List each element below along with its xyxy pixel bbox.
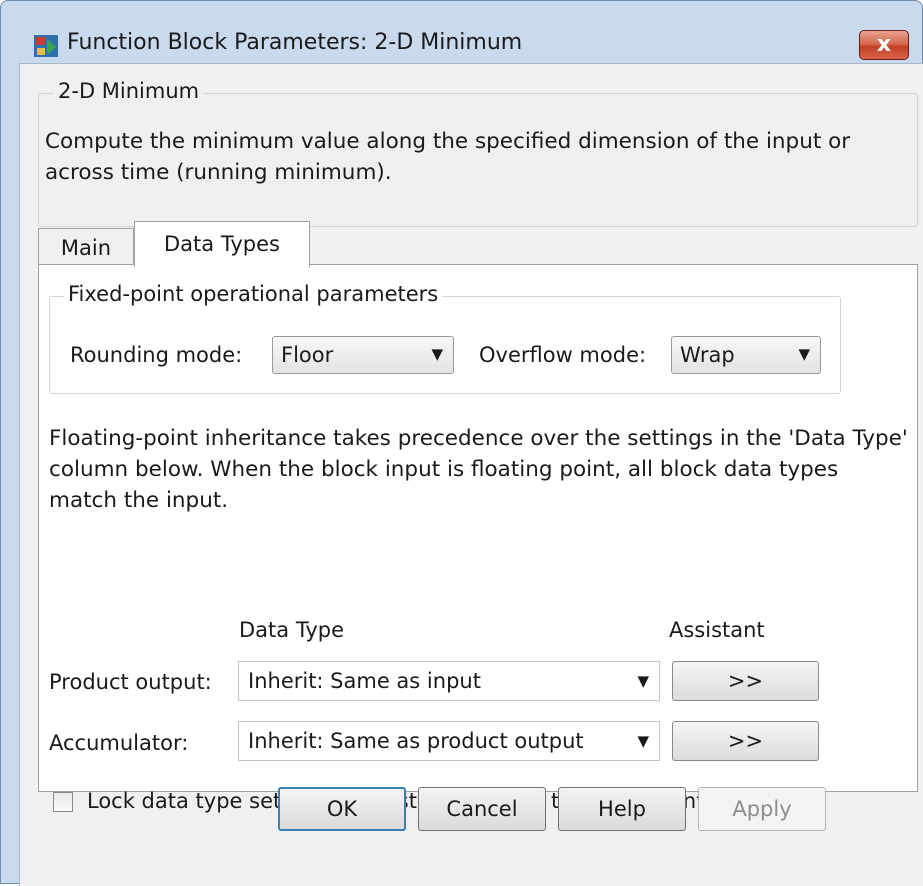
block-description-text: Compute the minimum value along the spec… [45, 129, 851, 185]
product-output-assistant-button[interactable]: >> [672, 661, 819, 701]
chevron-down-icon: ▼ [637, 732, 649, 750]
assistant-column-header: Assistant [669, 618, 765, 642]
chevron-down-icon: ▼ [431, 345, 443, 363]
window-title: Function Block Parameters: 2-D Minimum [67, 30, 523, 55]
tab-data-types[interactable]: Data Types [134, 221, 310, 267]
chevron-down-icon: ▼ [798, 345, 810, 363]
ok-button[interactable]: OK [278, 787, 406, 831]
data-types-panel: Fixed-point operational parameters Round… [38, 264, 918, 813]
overflow-mode-label: Overflow mode: [479, 343, 647, 367]
block-description-group: 2-D Minimum Compute the minimum value al… [38, 79, 918, 227]
fixed-point-group: Fixed-point operational parameters Round… [49, 282, 841, 394]
product-output-value: Inherit: Same as input [248, 669, 481, 693]
accumulator-label: Accumulator: [49, 731, 189, 755]
block-description-title: 2-D Minimum [54, 79, 204, 103]
close-button[interactable]: x [859, 30, 909, 60]
help-button[interactable]: Help [558, 787, 686, 831]
apply-button[interactable]: Apply [698, 787, 826, 831]
accumulator-assistant-button[interactable]: >> [672, 721, 819, 761]
chevron-down-icon: ▼ [637, 672, 649, 690]
cancel-button[interactable]: Cancel [418, 787, 546, 831]
accumulator-value: Inherit: Same as product output [248, 729, 584, 753]
close-icon: x [876, 32, 892, 57]
overflow-mode-select[interactable]: Wrap ▼ [671, 336, 821, 374]
data-type-column-header: Data Type [239, 618, 345, 642]
overflow-mode-value: Wrap [680, 343, 735, 367]
rounding-mode-value: Floor [281, 343, 334, 367]
product-output-select[interactable]: Inherit: Same as input ▼ [238, 661, 660, 701]
tab-main[interactable]: Main [38, 228, 134, 265]
title-bar[interactable]: Function Block Parameters: 2-D Minimum x [1, 1, 922, 63]
lock-data-type-checkbox[interactable] [53, 792, 73, 812]
simulink-app-icon [34, 35, 58, 57]
rounding-mode-select[interactable]: Floor ▼ [272, 336, 454, 374]
fixed-point-group-title: Fixed-point operational parameters [64, 282, 443, 306]
inheritance-note: Floating-point inheritance takes precede… [49, 426, 908, 513]
dialog-window: Function Block Parameters: 2-D Minimum x… [0, 0, 923, 886]
accumulator-select[interactable]: Inherit: Same as product output ▼ [238, 721, 660, 761]
product-output-label: Product output: [49, 670, 212, 694]
dialog-client-area: 2-D Minimum Compute the minimum value al… [19, 63, 923, 886]
rounding-mode-label: Rounding mode: [70, 343, 243, 367]
